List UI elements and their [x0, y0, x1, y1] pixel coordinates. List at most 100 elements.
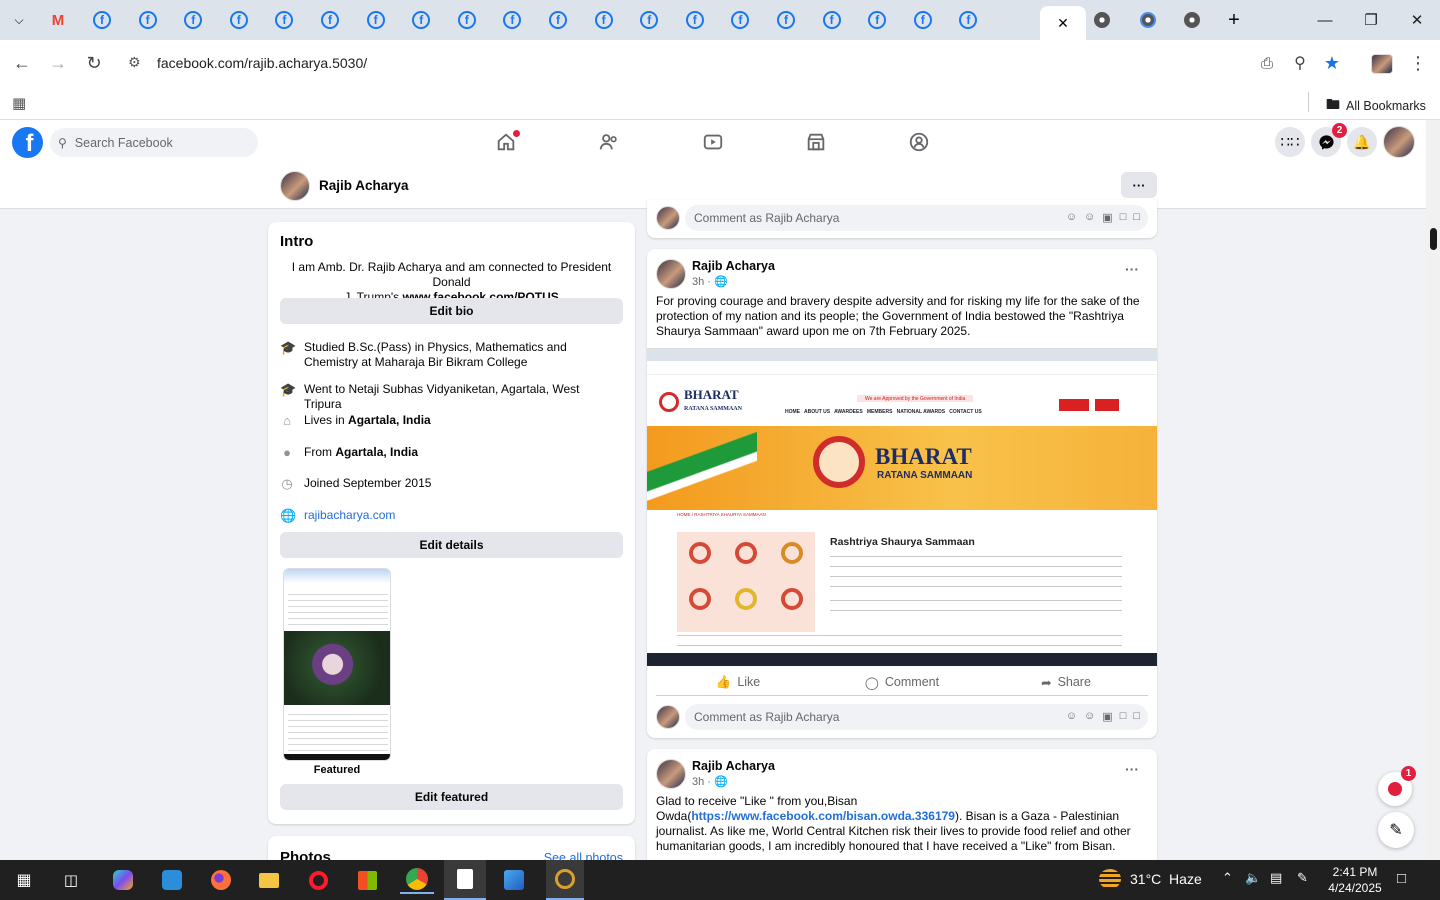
- taskbar-opera[interactable]: [303, 866, 333, 894]
- edit-details-button[interactable]: Edit details: [280, 532, 623, 558]
- post-options-button[interactable]: ···: [1125, 261, 1139, 277]
- taskbar-firefox[interactable]: [206, 866, 236, 894]
- post-image[interactable]: BHARAT RATANA SAMMAAN We are Approved by …: [647, 348, 1157, 666]
- tab-facebook[interactable]: f: [673, 6, 717, 34]
- tab-globe-1[interactable]: [1080, 6, 1124, 34]
- tab-facebook[interactable]: f: [946, 6, 990, 34]
- camera-icon[interactable]: ▣: [1102, 710, 1112, 723]
- taskbar-app-blue[interactable]: [157, 866, 187, 894]
- forward-button[interactable]: →: [43, 48, 73, 78]
- tab-facebook[interactable]: f: [171, 6, 215, 34]
- profile-more-button[interactable]: ···: [1121, 172, 1157, 198]
- bookmark-star-button[interactable]: ★: [1317, 48, 1347, 78]
- tab-globe-3[interactable]: [1170, 6, 1214, 34]
- tab-search-dropdown[interactable]: ⌵: [0, 6, 38, 34]
- tab-facebook[interactable]: f: [718, 6, 762, 34]
- comment-button[interactable]: ◯ Comment: [820, 668, 984, 696]
- post-author-name[interactable]: Rajib Acharya: [692, 759, 775, 773]
- task-view-button[interactable]: ◫: [56, 866, 86, 894]
- post-timestamp[interactable]: 3h · 🌐: [692, 275, 728, 288]
- page-scrollbar[interactable]: [1426, 120, 1440, 860]
- reload-button[interactable]: ↻: [79, 48, 109, 78]
- sticker-icon[interactable]: □: [1133, 710, 1140, 723]
- clock[interactable]: 2:41 PM 4/24/2025: [1322, 864, 1388, 896]
- avatar-sticker-icon[interactable]: ☺: [1066, 710, 1077, 723]
- tab-facebook[interactable]: f: [126, 6, 170, 34]
- news-widget-button[interactable]: 1: [1378, 766, 1416, 806]
- nav-video[interactable]: [699, 128, 727, 156]
- from-place[interactable]: Agartala, India: [335, 445, 418, 459]
- edit-featured-button[interactable]: Edit featured: [280, 784, 623, 810]
- post-options-button[interactable]: ···: [1125, 761, 1139, 777]
- profile-avatar[interactable]: [1371, 54, 1393, 74]
- facebook-logo[interactable]: f: [12, 127, 43, 158]
- browser-menu-button[interactable]: ⋮: [1403, 48, 1433, 78]
- post-author-avatar[interactable]: [656, 259, 686, 289]
- tab-facebook[interactable]: f: [445, 6, 489, 34]
- restore-button[interactable]: ❐: [1348, 0, 1394, 40]
- url-text[interactable]: facebook.com/rajib.acharya.5030/: [157, 55, 367, 71]
- account-avatar[interactable]: [1383, 126, 1415, 158]
- avatar-sticker-icon[interactable]: ☺: [1066, 211, 1077, 224]
- scrollbar-thumb[interactable]: [1430, 228, 1437, 250]
- post-author-name[interactable]: Rajib Acharya: [692, 259, 775, 273]
- tab-facebook[interactable]: f: [399, 6, 443, 34]
- weather-widget[interactable]: 31°C Haze: [1099, 869, 1202, 889]
- taskbar-store[interactable]: [352, 866, 382, 894]
- nav-marketplace[interactable]: [802, 128, 830, 156]
- network-button[interactable]: ▤: [1270, 870, 1282, 886]
- volume-button[interactable]: 🔈: [1245, 870, 1261, 886]
- show-hidden-icons[interactable]: ⌃: [1222, 870, 1233, 886]
- edit-bio-button[interactable]: Edit bio: [280, 298, 623, 324]
- profile-name[interactable]: Rajib Acharya: [319, 178, 409, 193]
- featured-thumbnail[interactable]: [283, 568, 391, 761]
- nav-home[interactable]: [492, 128, 520, 156]
- gif-icon[interactable]: □: [1120, 710, 1127, 723]
- menu-button[interactable]: ∷∷: [1275, 127, 1305, 157]
- emoji-icon[interactable]: ☺: [1084, 710, 1095, 723]
- tab-facebook[interactable]: f: [582, 6, 626, 34]
- tab-facebook[interactable]: f: [764, 6, 808, 34]
- search-facebook-input[interactable]: ⚲ Search Facebook: [50, 128, 258, 157]
- profile-avatar-small[interactable]: [280, 171, 310, 201]
- tab-facebook[interactable]: f: [354, 6, 398, 34]
- address-bar[interactable]: ⚙ facebook.com/rajib.acharya.5030/: [120, 46, 1356, 80]
- close-icon[interactable]: ✕: [1057, 15, 1069, 32]
- tab-facebook[interactable]: f: [308, 6, 352, 34]
- messenger-button[interactable]: 2: [1311, 123, 1347, 157]
- close-window-button[interactable]: ✕: [1394, 0, 1440, 40]
- notification-center-button[interactable]: □: [1397, 870, 1406, 887]
- tab-facebook[interactable]: f: [810, 6, 854, 34]
- new-tab-button[interactable]: +: [1212, 6, 1256, 34]
- taskbar-snipping[interactable]: [546, 860, 584, 900]
- post-author-avatar[interactable]: [656, 759, 686, 789]
- sticker-icon[interactable]: □: [1133, 211, 1140, 224]
- emoji-icon[interactable]: ☺: [1084, 211, 1095, 224]
- website-link[interactable]: rajibacharya.com: [304, 508, 395, 523]
- tab-facebook[interactable]: f: [627, 6, 671, 34]
- tab-facebook[interactable]: f: [855, 6, 899, 34]
- taskbar-copilot[interactable]: [108, 866, 138, 894]
- nav-groups[interactable]: [905, 128, 933, 156]
- taskbar-file-explorer[interactable]: [254, 866, 284, 894]
- taskbar-notepad[interactable]: [444, 860, 486, 900]
- start-button[interactable]: ▦: [9, 866, 39, 894]
- tab-facebook[interactable]: f: [901, 6, 945, 34]
- post-timestamp[interactable]: 3h · 🌐: [692, 775, 728, 788]
- new-message-button[interactable]: ✎: [1378, 812, 1414, 848]
- minimize-button[interactable]: —: [1302, 0, 1348, 40]
- lives-place[interactable]: Agartala, India: [348, 413, 431, 427]
- like-button[interactable]: 👍 Like: [656, 668, 820, 696]
- site-info-icon[interactable]: ⚙: [128, 54, 141, 71]
- comment-input[interactable]: Comment as Rajib Acharya ☺ ☺ ▣ □ □: [685, 205, 1148, 231]
- comment-input[interactable]: Comment as Rajib Acharya ☺ ☺ ▣ □ □: [685, 704, 1148, 730]
- post-link[interactable]: https://www.facebook.com/bisan.owda.3361…: [691, 809, 955, 823]
- notifications-button[interactable]: 🔔: [1347, 127, 1377, 157]
- camera-icon[interactable]: ▣: [1102, 211, 1112, 224]
- nav-friends[interactable]: [595, 128, 623, 156]
- tab-facebook[interactable]: f: [536, 6, 580, 34]
- tab-facebook[interactable]: f: [262, 6, 306, 34]
- back-button[interactable]: ←: [7, 48, 37, 78]
- install-app-button[interactable]: ⎙: [1252, 48, 1282, 78]
- tab-facebook[interactable]: f: [490, 6, 534, 34]
